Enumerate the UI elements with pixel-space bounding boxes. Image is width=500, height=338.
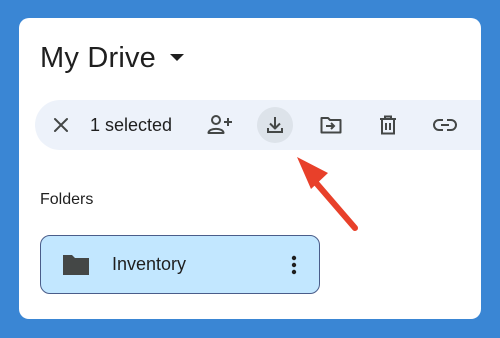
trash-icon[interactable]: [370, 107, 406, 143]
move-folder-icon[interactable]: [313, 107, 349, 143]
selection-toolbar: 1 selected: [35, 100, 481, 150]
folder-icon: [61, 253, 91, 277]
folder-name: Inventory: [112, 254, 187, 274]
page-title: My Drive: [40, 41, 156, 74]
link-icon[interactable]: [427, 107, 463, 143]
annotation-arrow: [297, 157, 358, 231]
folders-section-label: Folders: [40, 191, 94, 208]
download-icon[interactable]: [257, 107, 293, 143]
share-person-add-icon[interactable]: [202, 107, 238, 143]
folder-item-inventory[interactable]: Inventory: [40, 235, 320, 294]
title-row: My Drive: [40, 38, 186, 78]
close-icon[interactable]: [43, 107, 79, 143]
drive-panel: My Drive 1 selected Folders Inventory: [19, 18, 481, 319]
arrow-drop-down-icon[interactable]: [168, 49, 186, 67]
more-vertical-icon[interactable]: [279, 247, 309, 283]
selected-count: 1 selected: [90, 115, 173, 135]
